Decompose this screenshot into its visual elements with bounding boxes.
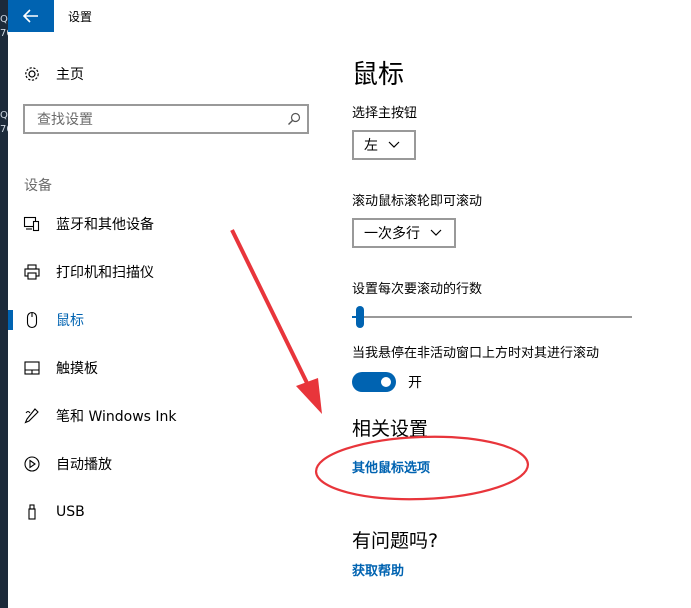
scroll-lines-slider-track[interactable] (352, 316, 632, 318)
bluetooth-devices-icon (22, 214, 42, 234)
sidebar-item-bluetooth[interactable]: 蓝牙和其他设备 (8, 204, 328, 244)
additional-mouse-options-link[interactable]: 其他鼠标选项 (352, 457, 430, 476)
sidebar-item-autoplay[interactable]: 自动播放 (8, 444, 328, 484)
help-heading: 有问题吗? (352, 530, 439, 552)
desktop-background-strip: Q 70 Q 70 (0, 0, 13, 608)
sidebar-item-home[interactable]: 主页 (22, 62, 84, 86)
sidebar-item-usb[interactable]: USB (8, 492, 328, 532)
scroll-lines-label: 设置每次要滚动的行数 (352, 282, 483, 297)
active-indicator (8, 310, 13, 330)
back-button[interactable] (8, 0, 54, 32)
search-icon[interactable] (287, 112, 301, 126)
sidebar-item-label: 打印机和扫描仪 (56, 265, 154, 281)
pen-icon (22, 406, 42, 426)
scroll-lines-slider-thumb[interactable] (356, 306, 364, 328)
sidebar-item-label: USB (56, 504, 85, 520)
window-title: 设置 (68, 10, 93, 24)
search-box[interactable] (23, 104, 309, 134)
primary-button-label: 选择主按钮 (352, 106, 418, 121)
printer-icon (22, 262, 42, 282)
back-arrow-icon (23, 9, 38, 23)
section-label-devices: 设备 (24, 178, 52, 194)
desktop-edge-glyph: Q (0, 110, 8, 121)
sidebar-item-touchpad[interactable]: 触摸板 (8, 348, 328, 388)
inactive-scroll-label: 当我悬停在非活动窗口上方时对其进行滚动 (352, 346, 600, 361)
dropdown-value: 一次多行 (364, 226, 420, 242)
touchpad-icon (22, 358, 42, 378)
toggle-state-text: 开 (408, 375, 422, 391)
primary-button-dropdown[interactable]: 左 (352, 130, 416, 160)
usb-icon (22, 502, 42, 522)
related-settings-heading: 相关设置 (352, 418, 429, 440)
dropdown-value: 左 (364, 138, 378, 154)
search-input[interactable] (35, 109, 279, 131)
toggle-knob (381, 377, 391, 387)
sidebar-item-label: 笔和 Windows Ink (56, 409, 177, 425)
get-help-link[interactable]: 获取帮助 (352, 560, 404, 579)
sidebar-item-label: 触摸板 (56, 361, 98, 377)
mouse-icon (22, 310, 42, 330)
scroll-mode-dropdown[interactable]: 一次多行 (352, 218, 456, 248)
chevron-down-icon (388, 141, 400, 148)
sidebar-item-label: 自动播放 (56, 457, 112, 473)
page-title: 鼠标 (352, 60, 405, 90)
chevron-down-icon (430, 229, 442, 236)
inactive-scroll-toggle[interactable] (352, 372, 396, 392)
sidebar-item-label: 主页 (56, 67, 84, 83)
sidebar-item-mouse[interactable]: 鼠标 (8, 300, 328, 340)
main-content: 鼠标 选择主按钮 左 滚动鼠标滚轮即可滚动 一次多行 设置每次要滚动的行数 当我… (352, 32, 691, 608)
sidebar-item-label: 蓝牙和其他设备 (56, 217, 154, 233)
settings-window: 设置 主页 设备 (8, 0, 691, 608)
scroll-mode-label: 滚动鼠标滚轮即可滚动 (352, 194, 483, 209)
sidebar-item-printers[interactable]: 打印机和扫描仪 (8, 252, 328, 292)
sidebar-item-pen[interactable]: 笔和 Windows Ink (8, 396, 328, 436)
sidebar-item-label: 鼠标 (56, 313, 84, 329)
gear-icon (22, 64, 42, 84)
autoplay-icon (22, 454, 42, 474)
desktop-edge-glyph: Q (0, 14, 8, 25)
sidebar: 主页 设备 蓝牙和其他设备 (8, 32, 328, 608)
title-bar: 设置 (8, 0, 691, 32)
